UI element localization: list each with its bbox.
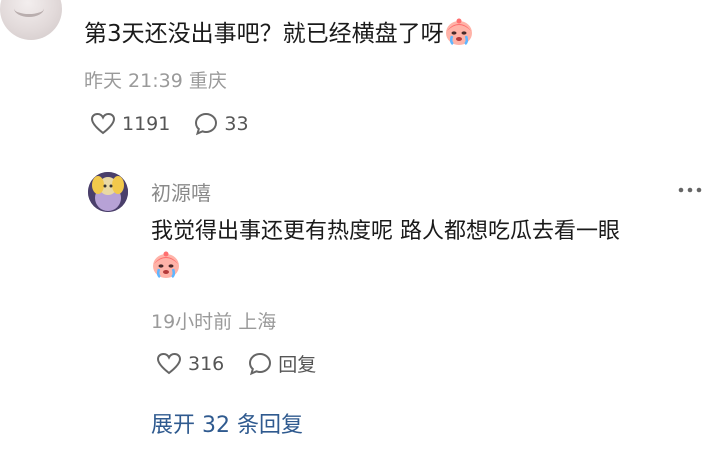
comment-actions: 1191 33 <box>90 112 249 136</box>
reply-count: 33 <box>224 113 249 135</box>
avatar[interactable] <box>0 0 62 40</box>
reply-location: 上海 <box>238 311 277 333</box>
reply-username[interactable]: 初源嘻 <box>151 177 211 206</box>
comment-text-body: 第3天还没出事吧？就已经横盘了呀 <box>84 21 444 47</box>
reply-avatar[interactable] <box>88 172 128 212</box>
reply-button[interactable] <box>194 112 218 136</box>
comment-bubble-icon <box>195 112 218 136</box>
reply-actions: 316 回复 <box>156 350 316 377</box>
expand-replies-link[interactable]: 展开 32 条回复 <box>151 407 303 439</box>
heart-icon <box>90 112 116 135</box>
reply-label[interactable]: 回复 <box>278 350 316 377</box>
reply-meta: 19小时前 上海 <box>151 307 276 334</box>
comment-text: 第3天还没出事吧？就已经横盘了呀 <box>84 18 474 50</box>
like-count: 1191 <box>122 113 171 135</box>
reply-time: 19小时前 <box>151 311 233 333</box>
more-options-icon[interactable] <box>676 180 704 200</box>
comment-location: 重庆 <box>188 70 227 92</box>
comment-bubble-icon <box>249 352 272 375</box>
avatar-image <box>88 172 128 212</box>
crying-face-emoji-icon <box>445 18 472 46</box>
heart-icon <box>156 352 182 374</box>
crying-face-emoji-icon <box>153 251 179 279</box>
reply-reply-button[interactable] <box>248 352 272 376</box>
reply-like-button[interactable] <box>156 352 182 376</box>
like-button[interactable] <box>90 112 116 136</box>
reply-like-count: 316 <box>188 352 225 375</box>
reply-text-body: 我觉得出事还更有热度呢 路人都想吃瓜去看一眼 <box>151 219 620 244</box>
comment-meta: 昨天 21:39 重庆 <box>84 66 227 93</box>
reply-text: 我觉得出事还更有热度呢 路人都想吃瓜去看一眼 <box>151 214 711 286</box>
comment-time: 昨天 21:39 <box>84 70 183 92</box>
